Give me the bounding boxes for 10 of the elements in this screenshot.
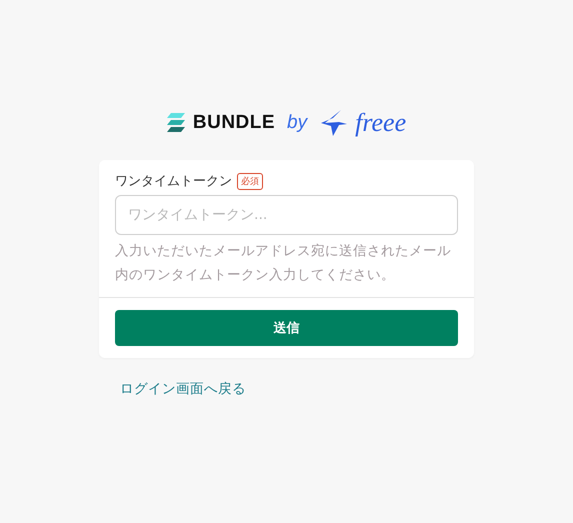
partner-logo-text: freee (355, 108, 406, 138)
submit-button[interactable]: 送信 (115, 310, 458, 346)
product-logo-text: BUNDLE (192, 112, 276, 134)
help-text: 入力いただいたメールアドレス宛に送信されたメール内のワンタイムトークン入力してください。 (115, 242, 452, 285)
token-input-field[interactable]: ワンタイムトークン... (115, 195, 458, 235)
by-text: by (287, 112, 308, 134)
required-tag: 必須 (237, 172, 263, 190)
layers-icon (166, 112, 187, 134)
field-label: ワンタイムトークン (115, 173, 232, 190)
back-to-login-link[interactable]: ログイン画面へ戻る (120, 380, 246, 398)
